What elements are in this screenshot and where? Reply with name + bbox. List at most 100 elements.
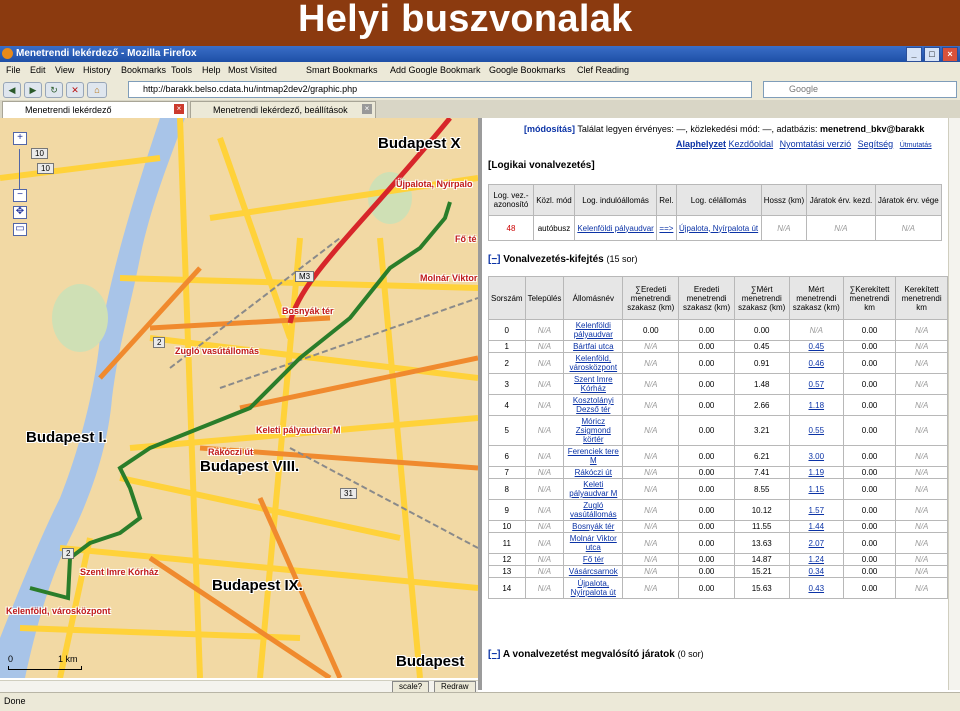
station-name[interactable]: Ferenciek tere M xyxy=(563,445,624,467)
measured-km[interactable]: 0.45 xyxy=(788,340,844,353)
url-field[interactable]: http://barakk.belso.cdata.hu/intmap2dev2… xyxy=(128,81,752,98)
bookmark-google[interactable]: Google Bookmarks xyxy=(489,65,566,75)
reload-icon[interactable]: ↻ xyxy=(45,82,63,98)
col-header: Rel. xyxy=(656,184,677,216)
home-link[interactable]: Kezdőoldal xyxy=(729,139,774,149)
print-link[interactable]: Nyomtatási verzió xyxy=(780,139,852,149)
route-expansion-table: Sorszám Település Állomásnév ∑Eredeti me… xyxy=(488,276,948,599)
measured-km[interactable]: 0.55 xyxy=(788,415,844,446)
guide-link[interactable]: Útmutatás xyxy=(900,142,932,149)
route-map[interactable]: 10 10 M3 2 31 2 + − ✥ ▭ Budapest X Budap… xyxy=(0,118,478,678)
col-header: Település xyxy=(524,276,565,320)
close-tab-icon[interactable]: × xyxy=(174,104,184,114)
station-name[interactable]: Bosnyák tér xyxy=(563,520,624,533)
maximize-icon[interactable]: □ xyxy=(924,47,940,62)
station-name[interactable]: Rákóczi út xyxy=(563,466,624,479)
row-number: 0 xyxy=(488,319,526,341)
measured-km[interactable]: 0.46 xyxy=(788,352,844,374)
measured-km[interactable]: 1.24 xyxy=(788,553,844,566)
row-number: 2 xyxy=(488,352,526,374)
station-name[interactable]: Molnár Viktor utca xyxy=(563,532,624,554)
menu-tools[interactable]: Tools xyxy=(171,65,192,75)
zoom-out-icon[interactable]: − xyxy=(13,189,27,202)
menu-bar: File Edit View History Bookmarks Tools H… xyxy=(0,62,960,80)
rounded-km: N/A xyxy=(895,373,948,395)
station-name[interactable]: Zugló vasútállomás xyxy=(563,499,624,521)
zoom-in-icon[interactable]: + xyxy=(13,132,27,145)
measured-km[interactable]: 3.00 xyxy=(788,445,844,467)
settlement: N/A xyxy=(524,532,565,554)
measured-km[interactable]: 0.57 xyxy=(788,373,844,395)
close-tab-icon[interactable]: × xyxy=(362,104,372,114)
measured-km[interactable]: 0.43 xyxy=(788,577,844,599)
row-number: 8 xyxy=(488,478,526,500)
menu-help[interactable]: Help xyxy=(202,65,221,75)
measured-km[interactable]: 1.57 xyxy=(788,499,844,521)
home-icon[interactable]: ⌂ xyxy=(87,82,107,98)
measured-km[interactable]: 1.18 xyxy=(788,394,844,416)
station-name[interactable]: Fő tér xyxy=(563,553,624,566)
zoom-slider[interactable] xyxy=(19,149,27,189)
fullextent-icon[interactable]: ▭ xyxy=(13,223,27,236)
collapse-toggle[interactable]: [−] xyxy=(488,649,501,660)
bookmark-most-visited[interactable]: Most Visited xyxy=(228,65,277,75)
stop-label[interactable]: Rákóczi út xyxy=(208,447,253,457)
stop-label[interactable]: Zugló vasútállomás xyxy=(175,346,259,356)
stop-label[interactable]: Újpalota, Nyírpalo xyxy=(396,179,473,189)
measured-km[interactable]: 0.34 xyxy=(788,565,844,578)
station-name[interactable]: Kosztolányi Dezső tér xyxy=(563,394,624,416)
minimize-icon[interactable]: _ xyxy=(906,47,922,62)
col-header: Mért menetrendi szakasz (km) xyxy=(788,276,844,320)
end-station-link[interactable]: Újpalota, Nyírpalota út xyxy=(675,215,762,241)
start-station-link[interactable]: Kelenföldi pályaudvar xyxy=(573,215,658,241)
collapse-toggle[interactable]: [−] xyxy=(488,254,501,265)
station-name[interactable]: Szent Imre Kórház xyxy=(563,373,624,395)
pan-icon[interactable]: ✥ xyxy=(13,206,27,219)
station-name[interactable]: Vásárcsarnok xyxy=(563,565,624,578)
close-icon[interactable]: × xyxy=(942,47,958,62)
station-name[interactable]: Keleti pályaudvar M xyxy=(563,478,624,500)
row-number: 13 xyxy=(488,565,526,578)
bookmark-smart[interactable]: Smart Bookmarks xyxy=(306,65,378,75)
bookmark-add-google[interactable]: Add Google Bookmark xyxy=(390,65,481,75)
stop-label[interactable]: Bosnyák tér xyxy=(282,306,334,316)
station-name[interactable]: Kelenföld, városközpont xyxy=(563,352,624,374)
reset-link[interactable]: Alaphelyzet xyxy=(676,139,726,149)
menu-view[interactable]: View xyxy=(55,65,74,75)
settlement: N/A xyxy=(524,499,565,521)
tab-beallitasok[interactable]: Menetrendi lekérdező, beállítások × xyxy=(190,101,376,118)
sum-measured-km: 1.48 xyxy=(733,373,790,395)
menu-history[interactable]: History xyxy=(83,65,111,75)
bookmark-clef[interactable]: Clef Reading xyxy=(577,65,629,75)
vertical-scrollbar[interactable] xyxy=(948,118,960,690)
forward-icon[interactable]: ▶ xyxy=(24,82,42,98)
menu-bookmarks[interactable]: Bookmarks xyxy=(121,65,166,75)
sum-orig-km: N/A xyxy=(622,445,680,467)
stop-label[interactable]: Keleti pályaudvar M xyxy=(256,425,341,435)
scale-end: 1 km xyxy=(58,654,78,664)
station-name[interactable]: Újpalota, Nyírpalota út xyxy=(563,577,624,599)
stop-icon[interactable]: ✕ xyxy=(66,82,84,98)
menu-file[interactable]: File xyxy=(6,65,21,75)
modify-link[interactable]: [módosítás] xyxy=(524,124,575,134)
orig-km: 0.00 xyxy=(678,352,735,374)
rounded-km: N/A xyxy=(895,565,948,578)
measured-km[interactable]: 1.44 xyxy=(788,520,844,533)
station-name[interactable]: Kelenföldi pályaudvar xyxy=(563,319,624,341)
stop-label[interactable]: Kelenföld, városközpont xyxy=(6,606,111,616)
station-name[interactable]: Móricz Zsigmond körtér xyxy=(563,415,624,446)
search-input[interactable]: Google xyxy=(763,81,957,98)
stop-label[interactable]: Molnár Viktor xyxy=(420,273,477,283)
menu-edit[interactable]: Edit xyxy=(30,65,46,75)
stop-label[interactable]: Fő té xyxy=(455,234,477,244)
relation-link[interactable]: ==> xyxy=(656,215,677,241)
measured-km[interactable]: 1.15 xyxy=(788,478,844,500)
length-value: N/A xyxy=(760,215,808,241)
station-name[interactable]: Bártfai utca xyxy=(563,340,624,353)
tab-menetrendi-lekerdezo[interactable]: Menetrendi lekérdező × xyxy=(2,101,188,118)
back-icon[interactable]: ◀ xyxy=(3,82,21,98)
measured-km[interactable]: 2.07 xyxy=(788,532,844,554)
measured-km[interactable]: 1.19 xyxy=(788,466,844,479)
stop-label[interactable]: Szent Imre Kórház xyxy=(80,567,159,577)
help-link[interactable]: Segítség xyxy=(858,139,894,149)
